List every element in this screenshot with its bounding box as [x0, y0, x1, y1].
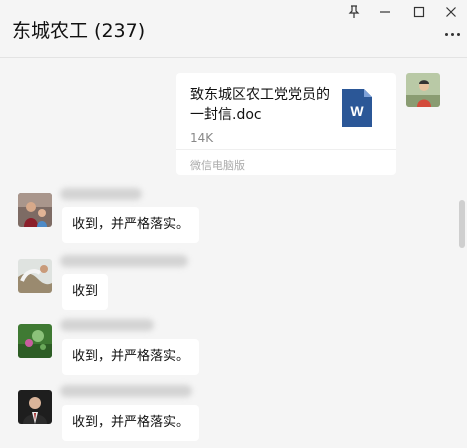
file-message-card[interactable]: 致东城区农工党党员的一封信.doc 14K 微信电脑版 W — [176, 73, 396, 175]
close-icon[interactable] — [438, 2, 464, 22]
header-divider — [0, 57, 467, 58]
file-size: 14K — [190, 131, 214, 145]
file-card-divider — [176, 149, 396, 150]
message-bubble[interactable]: 收到 — [62, 274, 109, 310]
sender-avatar[interactable] — [18, 390, 52, 424]
sender-nickname-blurred — [60, 188, 142, 200]
sender-nickname-blurred — [60, 255, 188, 267]
sender-avatar[interactable] — [18, 259, 52, 293]
more-icon[interactable] — [443, 26, 461, 42]
file-name: 致东城区农工党党员的一封信.doc — [190, 87, 330, 123]
message-bubble[interactable]: 收到，并严格落实。 — [62, 405, 200, 441]
minimize-icon[interactable] — [372, 2, 398, 22]
sender-avatar[interactable] — [18, 324, 52, 358]
chat-scrollbar[interactable] — [459, 200, 465, 248]
message-bubble[interactable]: 收到，并严格落实。 — [62, 339, 200, 375]
sender-nickname-blurred — [60, 319, 154, 331]
chat-title: 东城农工 (237) — [12, 20, 146, 42]
word-icon-letter: W — [350, 103, 364, 119]
sender-nickname-blurred — [60, 385, 192, 397]
chat-header: 东城农工 (237) — [0, 0, 467, 56]
pin-icon[interactable] — [341, 2, 367, 22]
message-bubble[interactable]: 收到，并严格落实。 — [62, 207, 200, 243]
file-source-label: 微信电脑版 — [190, 159, 245, 172]
word-document-icon: W — [342, 89, 372, 127]
maximize-icon[interactable] — [406, 2, 432, 22]
sender-avatar[interactable] — [18, 193, 52, 227]
my-avatar[interactable] — [406, 73, 440, 107]
